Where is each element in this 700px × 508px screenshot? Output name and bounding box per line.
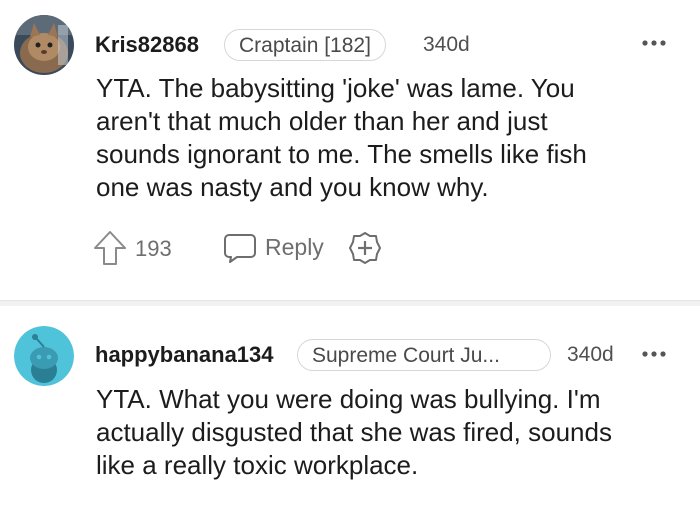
more-options-icon[interactable] <box>641 38 667 48</box>
reply-button[interactable]: Reply <box>223 230 333 266</box>
comment-line: one was nasty and you know why. <box>96 172 489 202</box>
more-options-icon[interactable] <box>641 349 667 359</box>
user-avatar[interactable] <box>14 326 74 386</box>
comment-age: 340d <box>423 33 470 56</box>
speech-bubble-icon <box>224 234 256 263</box>
comment-line: aren't that much older than her and just <box>96 106 548 136</box>
comment-line: YTA. The babysitting 'joke' was lame. Yo… <box>96 73 575 103</box>
comment-line: sounds ignorant to me. The smells like f… <box>96 139 587 169</box>
comment-actions: 193 Reply <box>93 230 413 266</box>
reply-label: Reply <box>265 234 324 260</box>
award-plus-icon[interactable] <box>348 231 382 265</box>
username[interactable]: happybanana134 <box>95 342 274 368</box>
snoo-avatar-icon <box>14 326 74 386</box>
comment-body: YTA. The babysitting 'joke' was lame. Yo… <box>96 72 676 204</box>
comment: Kris82868 Craptain [182] 340d YTA. The b… <box>0 0 700 300</box>
comment <box>0 306 700 508</box>
cat-photo-avatar-icon <box>14 15 74 75</box>
vote-count: 193 <box>135 236 172 261</box>
user-avatar[interactable] <box>14 15 74 75</box>
upvote-arrow-icon[interactable] <box>93 230 127 266</box>
user-flair: Craptain [182] <box>224 29 386 61</box>
username[interactable]: Kris82868 <box>95 32 199 58</box>
